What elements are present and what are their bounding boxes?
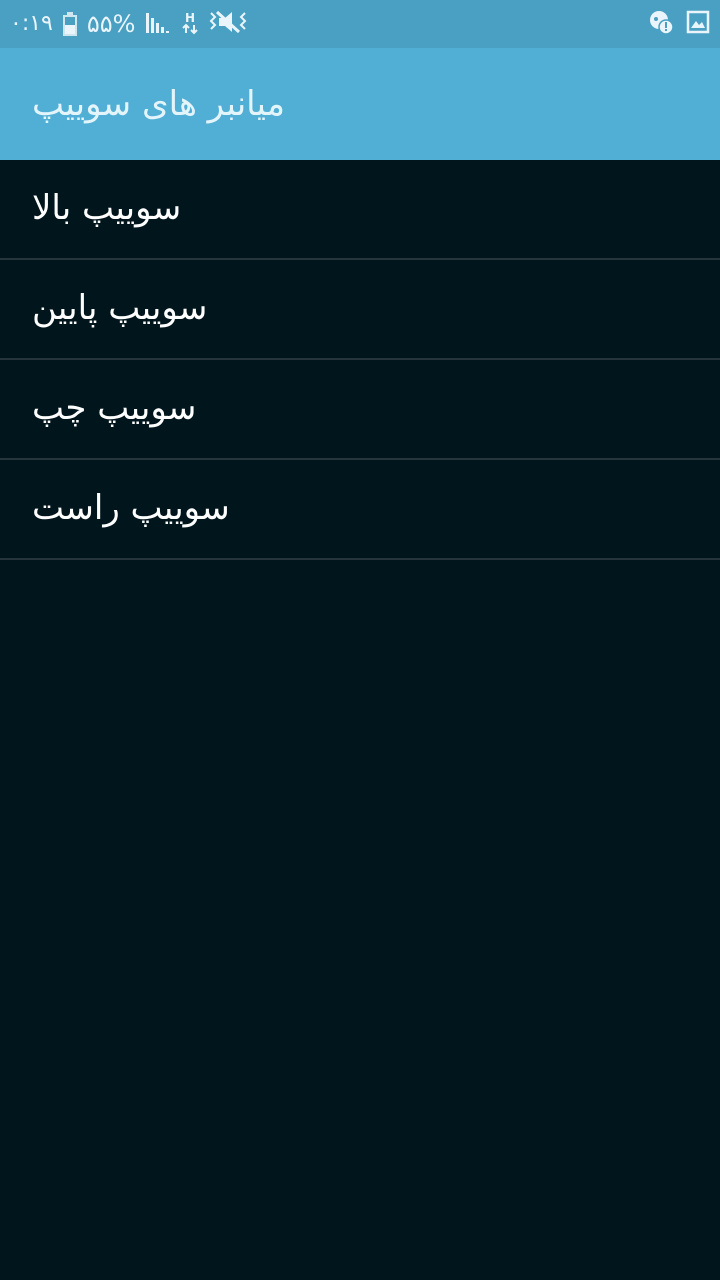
list-item-swipe-up[interactable]: سوییپ بالا <box>0 160 720 260</box>
list-item-swipe-left[interactable]: سوییپ چپ <box>0 360 720 460</box>
list-item-label: سوییپ بالا <box>32 188 182 228</box>
list-item-swipe-right[interactable]: سوییپ راست <box>0 460 720 560</box>
app-bar: میانبر های سوییپ <box>0 48 720 160</box>
signal-icon <box>145 9 171 39</box>
list-item-label: سوییپ راست <box>32 488 230 528</box>
list-item-label: سوییپ چپ <box>32 388 197 428</box>
mute-icon <box>209 9 247 39</box>
status-time: ۰:۱۹ <box>10 11 53 36</box>
status-right-group <box>648 0 710 48</box>
battery-percent: ۵۵% <box>86 10 136 38</box>
swipe-shortcut-list: سوییپ بالا سوییپ پایین سوییپ چپ سوییپ را… <box>0 160 720 560</box>
gallery-icon <box>686 10 710 38</box>
network-h-icon: H <box>181 9 199 39</box>
status-bar: ۰:۱۹ ۵۵% H <box>0 0 720 48</box>
page-title: میانبر های سوییپ <box>32 84 285 124</box>
list-item-swipe-down[interactable]: سوییپ پایین <box>0 260 720 360</box>
notification-alert-icon <box>648 9 674 39</box>
list-item-label: سوییپ پایین <box>32 288 208 328</box>
battery-icon <box>62 12 77 36</box>
network-type-label: H <box>185 11 195 25</box>
status-left-group: ۰:۱۹ ۵۵% H <box>10 0 247 48</box>
